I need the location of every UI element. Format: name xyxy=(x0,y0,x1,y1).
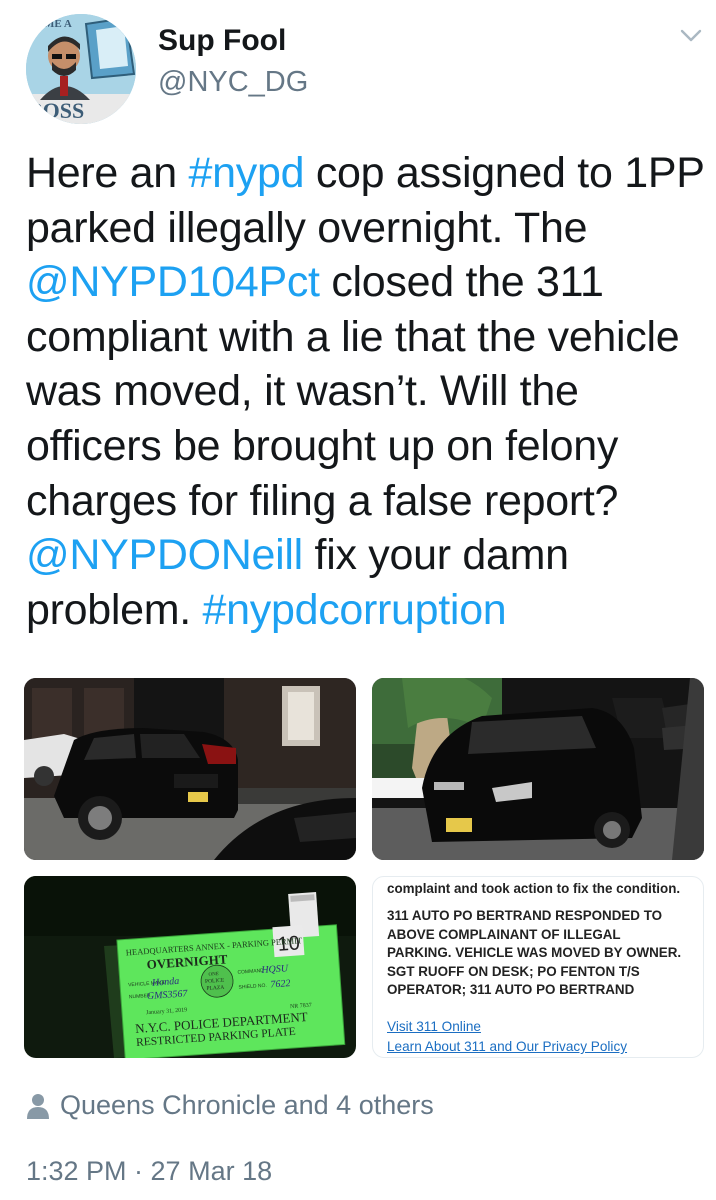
privacy-policy-link[interactable]: Learn About 311 and Our Privacy Policy xyxy=(387,1039,627,1054)
permit-make: Honda xyxy=(151,976,180,989)
ss-header: complaint and took action to fix the con… xyxy=(387,881,681,896)
media-photo-4[interactable]: complaint and took action to fix the con… xyxy=(372,876,704,1058)
avatar-text-top: ME A xyxy=(44,18,72,30)
liked-by-text: Queens Chronicle and 4 others xyxy=(60,1090,434,1120)
car-photo-2 xyxy=(372,678,704,860)
avatar-text-bottom: BOSS xyxy=(28,98,84,123)
avatar[interactable]: BOSS ME A xyxy=(26,14,136,124)
hashtag-link[interactable]: #nypd xyxy=(189,149,305,197)
tweet-text-segment: Here an xyxy=(26,149,189,197)
tweet-text: Here an #nypd cop assigned to 1PP parked… xyxy=(26,146,706,637)
car-photo-1 xyxy=(24,678,356,860)
permit-command: HQSU xyxy=(260,963,289,976)
ss-body: 311 AUTO PO BERTRAND RESPONDED TO ABOVE … xyxy=(387,908,682,998)
media-photo-2[interactable] xyxy=(372,678,704,860)
visit-311-link[interactable]: Visit 311 Online xyxy=(387,1019,481,1034)
media-photo-3[interactable]: 10 HEADQUARTERS ANNEX - PARKING PERMIT O… xyxy=(24,876,356,1058)
display-name[interactable]: Sup Fool xyxy=(158,24,286,58)
media-photo-1[interactable] xyxy=(24,678,356,860)
permit-shield: 7622 xyxy=(270,978,291,990)
tweet-timestamp[interactable]: 1:32 PM · 27 Mar 18 xyxy=(26,1156,272,1187)
hashtag-link[interactable]: #nypdcorruption xyxy=(203,586,507,634)
avatar-image: BOSS ME A xyxy=(26,14,136,124)
liked-by-row[interactable]: Queens Chronicle and 4 others xyxy=(26,1090,434,1121)
mention-link[interactable]: @NYPDONeill xyxy=(26,531,303,579)
chevron-down-icon[interactable] xyxy=(680,28,702,44)
person-icon xyxy=(27,1093,49,1119)
user-handle[interactable]: @NYC_DG xyxy=(158,66,308,99)
permit-photo: 10 HEADQUARTERS ANNEX - PARKING PERMIT O… xyxy=(24,876,356,1058)
mention-link[interactable]: @NYPD104Pct xyxy=(26,258,320,306)
permit-center-3: PLAZA xyxy=(206,985,224,992)
permit-center-1: ONE xyxy=(208,972,219,978)
